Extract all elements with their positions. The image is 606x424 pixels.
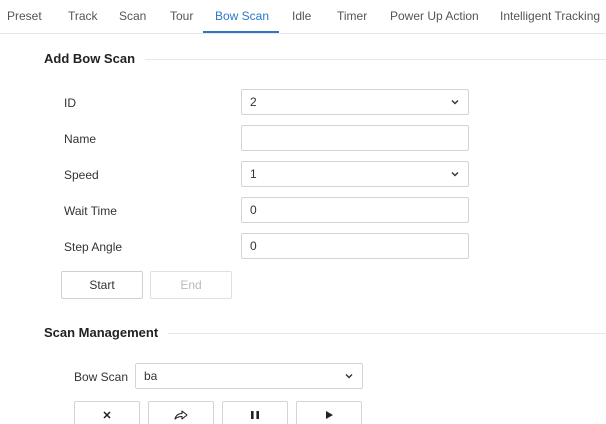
wait-time-label: Wait Time (64, 204, 117, 218)
id-select-value: 2 (250, 95, 257, 109)
tab-preset[interactable]: Preset (7, 9, 42, 23)
id-select[interactable]: 2 (241, 89, 469, 115)
start-button[interactable]: Start (61, 271, 143, 299)
tab-timer[interactable]: Timer (337, 9, 367, 23)
call-bow-scan-button[interactable] (148, 401, 214, 424)
speed-select[interactable]: 1 (241, 161, 469, 187)
section-divider (140, 59, 606, 60)
tab-scan[interactable]: Scan (119, 9, 146, 23)
speed-label: Speed (64, 168, 99, 182)
name-input[interactable] (241, 125, 469, 151)
share-arrow-icon (174, 410, 188, 420)
bow-scan-select[interactable]: ba (135, 363, 363, 389)
chevron-down-icon (451, 172, 459, 177)
bow-scan-select-value: ba (144, 369, 158, 383)
play-button[interactable] (296, 401, 362, 424)
end-button[interactable]: End (150, 271, 232, 299)
play-icon (326, 411, 333, 419)
section-divider (166, 333, 606, 334)
add-bow-scan-title: Add Bow Scan (44, 51, 146, 66)
pause-icon (251, 411, 259, 419)
step-angle-input[interactable]: 0 (241, 233, 469, 259)
name-label: Name (64, 132, 97, 146)
tab-idle[interactable]: Idle (292, 9, 311, 23)
wait-time-input[interactable]: 0 (241, 197, 469, 223)
chevron-down-icon (345, 374, 353, 379)
speed-select-value: 1 (250, 167, 257, 181)
pause-button[interactable] (222, 401, 288, 424)
tab-track[interactable]: Track (68, 9, 98, 23)
bow-scan-label: Bow Scan (74, 370, 129, 384)
active-tab-indicator (203, 31, 279, 33)
tab-bow-scan[interactable]: Bow Scan (215, 9, 269, 23)
scan-management-title: Scan Management (44, 325, 169, 340)
tab-tour[interactable]: Tour (170, 9, 193, 23)
chevron-down-icon (451, 100, 459, 105)
delete-button[interactable] (74, 401, 140, 424)
id-label: ID (64, 96, 76, 110)
tab-intelligent-tracking[interactable]: Intelligent Tracking (500, 9, 600, 23)
tab-power-up-action[interactable]: Power Up Action (390, 9, 479, 23)
step-angle-label: Step Angle (64, 240, 123, 254)
tab-bar: Preset Track Scan Tour Bow Scan Idle Tim… (0, 0, 606, 34)
delete-icon (103, 411, 111, 419)
